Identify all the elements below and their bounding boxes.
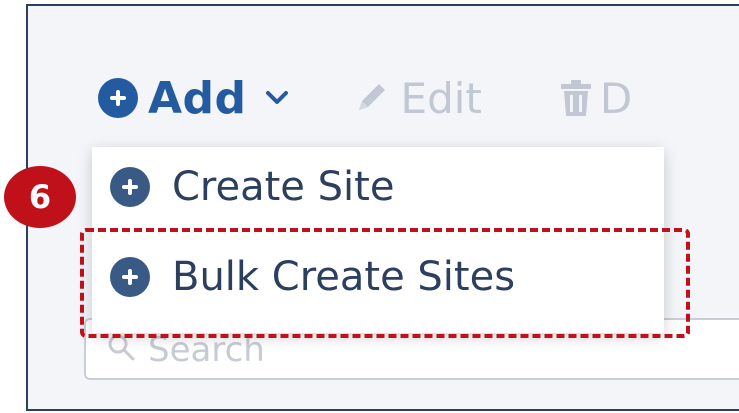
pencil-icon bbox=[358, 84, 385, 110]
chevron-down-icon bbox=[265, 91, 288, 104]
add-button-label: Add bbox=[148, 72, 247, 124]
toolbar: Add Edit D bbox=[98, 68, 632, 128]
plus-circle-icon bbox=[110, 167, 150, 207]
delete-button[interactable]: D bbox=[558, 74, 632, 123]
edit-button-label: Edit bbox=[400, 73, 482, 123]
menu-item-create-site[interactable]: Create Site bbox=[92, 147, 664, 227]
add-button[interactable]: Add bbox=[98, 73, 289, 124]
step-number-badge: 6 bbox=[4, 166, 76, 228]
annotation-highlight-box bbox=[80, 228, 690, 338]
trash-icon bbox=[560, 80, 591, 116]
delete-button-label: D bbox=[599, 73, 633, 123]
menu-item-label: Create Site bbox=[172, 164, 395, 210]
edit-button[interactable]: Edit bbox=[351, 74, 482, 123]
plus-circle-icon bbox=[98, 78, 138, 118]
